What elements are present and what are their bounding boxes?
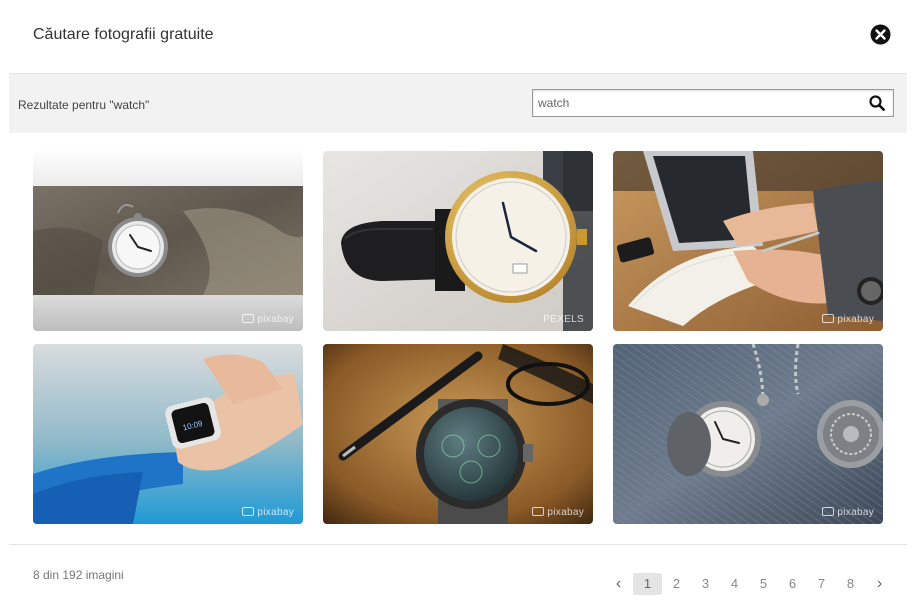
page-5-button[interactable]: 5 bbox=[749, 573, 778, 595]
watermark: pixabay bbox=[242, 314, 294, 325]
results-label: Rezultate pentru "watch" bbox=[18, 98, 150, 112]
image-tile-pocket-watch-sand[interactable]: pixabay bbox=[33, 151, 303, 331]
results-count: 8 din 192 imagini bbox=[33, 568, 124, 582]
image-tile-writing-notebook[interactable]: pixabay bbox=[613, 151, 883, 331]
page-7-button[interactable]: 7 bbox=[807, 573, 836, 595]
prev-page-button[interactable]: ‹ bbox=[604, 573, 633, 595]
page-6-button[interactable]: 6 bbox=[778, 573, 807, 595]
page-4-button[interactable]: 4 bbox=[720, 573, 749, 595]
search-toolbar: Rezultate pentru "watch" bbox=[9, 73, 907, 133]
image-tile-gold-wristwatch[interactable]: PEXELS bbox=[323, 151, 593, 331]
footer-divider bbox=[9, 544, 907, 545]
watermark: pixabay bbox=[242, 507, 294, 518]
search-input[interactable] bbox=[538, 94, 858, 112]
page-3-button[interactable]: 3 bbox=[691, 573, 720, 595]
image-grid: pixabay PEXELS pixabay 10:09 pixabay pix… bbox=[33, 151, 883, 524]
watermark: pixabay bbox=[822, 507, 874, 518]
pagination: ‹ 1 2 3 4 5 6 7 8 › bbox=[604, 573, 894, 595]
close-icon[interactable] bbox=[870, 24, 891, 45]
watermark: pixabay bbox=[532, 507, 584, 518]
search-icon[interactable] bbox=[869, 95, 885, 111]
watermark: pixabay bbox=[822, 314, 874, 325]
search-box[interactable] bbox=[532, 89, 894, 117]
page-2-button[interactable]: 2 bbox=[662, 573, 691, 595]
dialog-title: Căutare fotografii gratuite bbox=[33, 26, 214, 43]
watermark: PEXELS bbox=[543, 314, 584, 325]
next-page-button[interactable]: › bbox=[865, 573, 894, 595]
image-search-dialog: Căutare fotografii gratuite Rezultate pe… bbox=[0, 0, 920, 611]
image-tile-chronograph-pen[interactable]: pixabay bbox=[323, 344, 593, 524]
page-8-button[interactable]: 8 bbox=[836, 573, 865, 595]
image-tile-pocket-watches-denim[interactable]: pixabay bbox=[613, 344, 883, 524]
image-tile-smartwatch[interactable]: 10:09 pixabay bbox=[33, 344, 303, 524]
page-1-button[interactable]: 1 bbox=[633, 573, 662, 595]
